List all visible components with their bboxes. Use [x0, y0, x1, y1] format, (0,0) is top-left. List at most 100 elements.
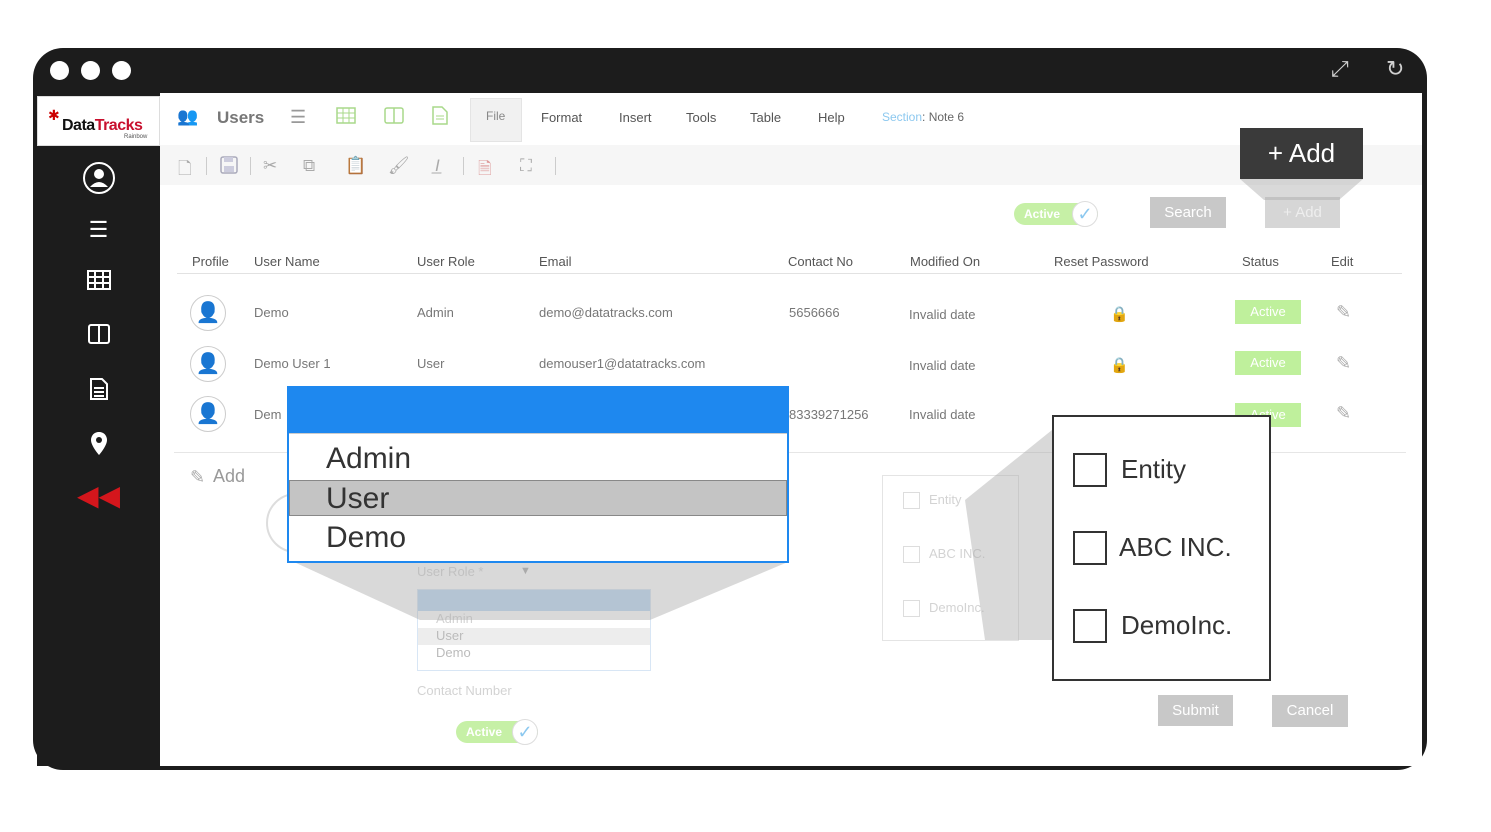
- sidebar-table-icon[interactable]: [37, 269, 160, 299]
- column-header-email: Email: [539, 254, 572, 269]
- section-value: : Note 6: [922, 110, 965, 124]
- checkmark-icon: ✓: [512, 719, 538, 745]
- row1-modified: Invalid date: [909, 307, 976, 322]
- role-option-demo-small[interactable]: Demo: [418, 645, 650, 662]
- row1-contact: 5656666: [789, 305, 840, 320]
- table-view-icon[interactable]: [336, 107, 356, 129]
- sidebar-collapse-double-arrow-icon[interactable]: ◀◀: [37, 481, 160, 511]
- row1-name: Demo: [254, 305, 289, 320]
- checkbox-entity[interactable]: [1073, 453, 1107, 487]
- abc-label-small: ABC INC.: [929, 546, 986, 561]
- window-dot-2: [81, 61, 100, 80]
- edit-icon[interactable]: ✎: [1336, 353, 1351, 374]
- role-option-user-small[interactable]: User: [418, 628, 650, 645]
- menu-tools[interactable]: Tools: [686, 110, 716, 125]
- dropdown-zoom-header: [289, 388, 787, 433]
- sidebar-location-pin-icon[interactable]: [37, 431, 160, 465]
- window-dot-1: [50, 61, 69, 80]
- sidebar-list-icon[interactable]: ☰: [37, 215, 160, 245]
- cancel-button[interactable]: Cancel: [1272, 695, 1348, 727]
- pdf-icon[interactable]: 🗎: [478, 156, 492, 185]
- datatracks-logo: ✱ DataTracks Rainbow: [37, 96, 160, 146]
- sidebar-document-icon[interactable]: [37, 377, 160, 409]
- user-role-label: User Role *: [417, 564, 484, 579]
- checkbox-demoinc[interactable]: [1073, 609, 1107, 643]
- toolbar-separator: [206, 157, 207, 175]
- section-label: Section: [882, 110, 923, 124]
- form-active-toggle[interactable]: Active ✓: [456, 719, 538, 745]
- checkmark-icon: ✓: [1072, 201, 1098, 227]
- column-header-edit: Edit: [1331, 254, 1354, 269]
- refresh-icon[interactable]: ↻: [1386, 58, 1404, 80]
- column-header-contact-no: Contact No: [788, 254, 854, 269]
- entity-checklist-zoom: Entity ABC INC. DemoInc.: [1052, 415, 1271, 681]
- logo-brand-prefix: Data: [62, 117, 95, 134]
- expand-icon[interactable]: ⤢: [1331, 58, 1349, 80]
- column-header-user-role: User Role: [417, 254, 475, 269]
- row1-role: Admin: [417, 305, 454, 320]
- toolbar-separator: [555, 157, 556, 175]
- edit-icon[interactable]: ✎: [1336, 403, 1351, 424]
- reset-password-lock-icon[interactable]: 🔒: [1110, 356, 1129, 374]
- preview-icon[interactable]: 🗋: [178, 156, 192, 185]
- profile-avatar-icon: 👤: [190, 295, 226, 331]
- document-view-icon[interactable]: [432, 106, 448, 130]
- menu-table[interactable]: Table: [750, 110, 781, 125]
- menubar: 👥 Users ☰ File Format Insert Tools Table…: [160, 93, 1422, 143]
- dropdown-header: [418, 590, 650, 611]
- menu-format[interactable]: Format: [541, 110, 582, 125]
- menu-file[interactable]: File: [486, 109, 505, 123]
- sidebar-columns-icon[interactable]: [37, 323, 160, 353]
- entity-label: Entity: [1121, 454, 1187, 484]
- entity-checklist-small: Entity ABC INC. DemoInc.: [882, 475, 1019, 641]
- menu-help[interactable]: Help: [818, 110, 845, 125]
- column-header-status: Status: [1242, 254, 1279, 269]
- role-option-user[interactable]: User: [326, 482, 389, 516]
- edit-icon[interactable]: ✎: [1336, 302, 1351, 323]
- checkbox-entity-small[interactable]: [903, 492, 920, 509]
- list-view-icon[interactable]: ☰: [290, 107, 306, 128]
- abc-inc-label: ABC INC.: [1119, 532, 1232, 562]
- checkbox-demoinc-small[interactable]: [903, 600, 920, 617]
- copy-icon[interactable]: ⧉: [303, 156, 315, 176]
- checkbox-abc-small[interactable]: [903, 546, 920, 563]
- clear-format-icon[interactable]: I̲: [435, 156, 440, 176]
- editor-toolbar: 🗋 ✂ ⧉ 📋 🖌 I̲ 🗎 ⛶: [160, 145, 1422, 185]
- reset-password-lock-icon[interactable]: 🔒: [1110, 305, 1129, 323]
- paste-icon[interactable]: 📋: [345, 156, 366, 176]
- column-header-profile: Profile: [192, 254, 229, 269]
- user-role-chevron-down-icon[interactable]: ▼: [520, 565, 531, 577]
- add-user-button[interactable]: + Add: [1265, 197, 1340, 228]
- toolbar-separator: [463, 157, 464, 175]
- window-dot-3: [112, 61, 131, 80]
- fullscreen-icon[interactable]: ⛶: [520, 156, 532, 176]
- submit-button[interactable]: Submit: [1158, 695, 1233, 726]
- format-painter-icon[interactable]: 🖌: [388, 156, 410, 176]
- cut-icon[interactable]: ✂: [263, 156, 277, 176]
- search-button[interactable]: Search: [1150, 197, 1226, 228]
- row3-contact: 83339271256: [789, 407, 869, 422]
- add-button-zoom[interactable]: + Add: [1240, 128, 1363, 179]
- row1-email: demo@datatracks.com: [539, 305, 673, 320]
- user-role-dropdown-small[interactable]: Admin User Demo: [417, 589, 651, 671]
- menu-insert[interactable]: Insert: [619, 110, 652, 125]
- checkbox-abc-inc[interactable]: [1073, 531, 1107, 565]
- sidebar: ✱ DataTracks Rainbow ☰ ◀◀: [37, 93, 160, 766]
- page-title: Users: [217, 108, 265, 127]
- active-filter-label: Active: [1024, 207, 1061, 221]
- role-option-admin-small[interactable]: Admin: [418, 611, 650, 628]
- split-view-icon[interactable]: [384, 107, 404, 129]
- dropdown-zoom-divider: [289, 433, 787, 434]
- row2-modified: Invalid date: [909, 358, 976, 373]
- profile-avatar-icon: 👤: [190, 396, 226, 432]
- profile-avatar-icon: 👤: [190, 346, 226, 382]
- row2-name: Demo User 1: [254, 356, 331, 371]
- active-filter-toggle[interactable]: Active ✓: [1014, 201, 1098, 227]
- role-option-admin[interactable]: Admin: [326, 442, 411, 476]
- save-icon[interactable]: [220, 156, 238, 179]
- demoinc-label-small: DemoInc.: [929, 600, 985, 615]
- role-option-demo[interactable]: Demo: [326, 521, 406, 555]
- user-role-dropdown-zoom[interactable]: Admin User Demo: [287, 386, 789, 563]
- entity-label-small: Entity: [929, 492, 962, 507]
- sidebar-user-icon[interactable]: [37, 161, 160, 203]
